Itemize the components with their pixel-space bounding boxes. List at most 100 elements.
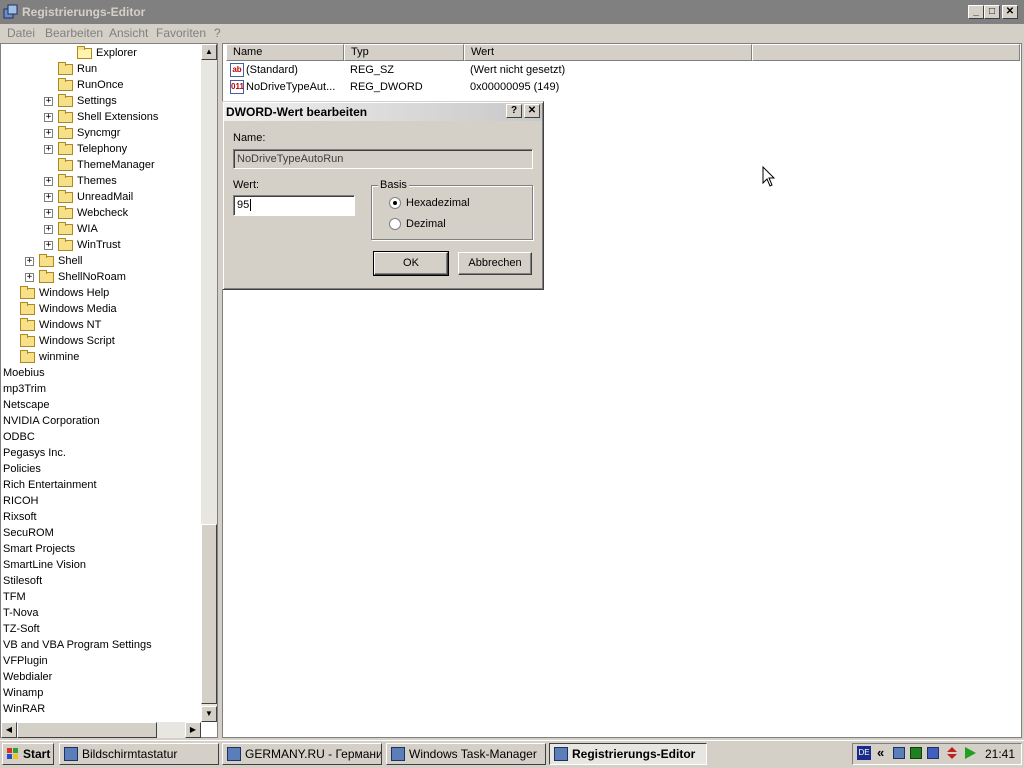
tree-item[interactable]: Webdialer xyxy=(1,670,201,686)
language-indicator[interactable]: DE xyxy=(857,746,871,760)
menu-ansicht[interactable]: Ansicht xyxy=(109,26,148,40)
tree-item[interactable]: mp3Trim xyxy=(1,382,201,398)
tray-expand-icon[interactable]: « xyxy=(877,745,884,760)
tree-item[interactable]: Rixsoft xyxy=(1,510,201,526)
cancel-button[interactable]: Abbrechen xyxy=(458,252,532,275)
tree-item[interactable]: Winamp xyxy=(1,686,201,702)
scroll-up-button[interactable]: ▲ xyxy=(201,44,217,60)
tree-item[interactable]: + Syncmgr xyxy=(1,126,201,142)
tree-item[interactable]: TFM xyxy=(1,590,201,606)
tree-item[interactable]: Windows Media xyxy=(1,302,201,318)
minimize-button[interactable]: _ xyxy=(968,5,984,19)
scroll-down-button[interactable]: ▼ xyxy=(201,706,217,722)
tree-item[interactable]: NVIDIA Corporation xyxy=(1,414,201,430)
play-icon[interactable] xyxy=(963,746,977,760)
dialog-titlebar[interactable]: DWORD-Wert bearbeiten xyxy=(224,103,542,121)
tree-item-label: WinRAR xyxy=(3,703,46,715)
tree-item[interactable]: + Settings xyxy=(1,94,201,110)
radio-hexadecimal-label[interactable]: Hexadezimal xyxy=(406,197,470,209)
tree-item[interactable]: + WIA xyxy=(1,222,201,238)
folder-icon xyxy=(58,190,73,203)
expand-toggle-icon[interactable]: + xyxy=(44,113,53,122)
tree-item[interactable]: SmartLine Vision xyxy=(1,558,201,574)
expand-toggle-icon[interactable]: + xyxy=(44,193,53,202)
app-icon xyxy=(391,747,405,761)
menu-favoriten[interactable]: Favoriten xyxy=(156,26,206,40)
menu-help[interactable]: ? xyxy=(214,26,221,40)
start-button[interactable]: Start xyxy=(2,743,54,765)
dialog-close-button[interactable]: ✕ xyxy=(524,104,540,118)
tree-item[interactable]: Stilesoft xyxy=(1,574,201,590)
column-value[interactable]: Wert xyxy=(464,44,752,61)
tree-item[interactable]: TZ-Soft xyxy=(1,622,201,638)
tree-item[interactable]: + Shell Extensions xyxy=(1,110,201,126)
tree-item[interactable]: VFPlugin xyxy=(1,654,201,670)
connection-icon[interactable] xyxy=(927,747,939,759)
tree-item[interactable]: + Shell xyxy=(1,254,201,270)
tree-item[interactable]: + Webcheck xyxy=(1,206,201,222)
tree-item[interactable]: RICOH xyxy=(1,494,201,510)
clock[interactable]: 21:41 xyxy=(985,747,1015,761)
tree-item[interactable]: Netscape xyxy=(1,398,201,414)
radio-decimal-label[interactable]: Dezimal xyxy=(406,218,446,230)
tree-item[interactable]: ODBC xyxy=(1,430,201,446)
tree-item[interactable]: ThemeManager xyxy=(1,158,201,174)
expand-toggle-icon[interactable]: + xyxy=(25,257,34,266)
expand-toggle-icon[interactable]: + xyxy=(44,129,53,138)
tree-item[interactable]: Run xyxy=(1,62,201,78)
registry-tree[interactable]: Explorer Run RunOnce + Settings + Shell Extens… xyxy=(0,43,218,738)
tree-item[interactable]: + WinTrust xyxy=(1,238,201,254)
taskbar-button[interactable]: Registrierungs-Editor xyxy=(549,743,707,765)
tree-item[interactable]: Pegasys Inc. xyxy=(1,446,201,462)
tree-item[interactable]: Rich Entertainment xyxy=(1,478,201,494)
tree-item[interactable]: Smart Projects xyxy=(1,542,201,558)
expand-toggle-icon[interactable]: + xyxy=(44,145,53,154)
close-button[interactable]: ✕ xyxy=(1002,5,1018,19)
taskbar-button[interactable]: Windows Task-Manager xyxy=(386,743,546,765)
scroll-right-button[interactable]: ▶ xyxy=(185,722,201,738)
taskbar-button[interactable]: GERMANY.RU - Германи... xyxy=(222,743,382,765)
maximize-button[interactable]: □ xyxy=(984,5,1000,19)
arrows-icon[interactable] xyxy=(945,746,959,760)
tree-item[interactable]: + Themes xyxy=(1,174,201,190)
tree-item[interactable]: SecuROM xyxy=(1,526,201,542)
ok-button[interactable]: OK xyxy=(373,251,449,276)
tree-item[interactable]: + Telephony xyxy=(1,142,201,158)
value-input[interactable]: 95 xyxy=(233,195,355,216)
tree-item[interactable]: + ShellNoRoam xyxy=(1,270,201,286)
tree-item[interactable]: VB and VBA Program Settings xyxy=(1,638,201,654)
menu-bearbeiten[interactable]: Bearbeiten xyxy=(45,26,103,40)
tree-scroll-thumb[interactable] xyxy=(201,524,217,704)
tree-item[interactable]: Explorer xyxy=(1,46,201,62)
tree-item[interactable]: Windows Script xyxy=(1,334,201,350)
expand-toggle-icon[interactable]: + xyxy=(44,241,53,250)
dialog-help-button[interactable]: ? xyxy=(506,104,522,118)
expand-toggle-icon[interactable]: + xyxy=(44,97,53,106)
taskbar-button[interactable]: Bildschirmtastatur xyxy=(59,743,219,765)
expand-toggle-icon[interactable]: + xyxy=(44,177,53,186)
tree-item[interactable]: Policies xyxy=(1,462,201,478)
list-item[interactable]: ab (Standard) REG_SZ (Wert nicht gesetzt) xyxy=(228,62,1008,79)
tree-item[interactable]: T-Nova xyxy=(1,606,201,622)
tree-item[interactable]: + UnreadMail xyxy=(1,190,201,206)
column-name[interactable]: Name xyxy=(226,44,344,61)
tree-item[interactable]: winmine xyxy=(1,350,201,366)
tree-item[interactable]: WinRAR xyxy=(1,702,201,718)
tree-hscroll-thumb[interactable] xyxy=(17,722,157,738)
list-item[interactable]: 011 NoDriveTypeAut... REG_DWORD 0x00000095 … xyxy=(228,79,1008,96)
expand-toggle-icon[interactable]: + xyxy=(44,209,53,218)
expand-toggle-icon[interactable]: + xyxy=(44,225,53,234)
tree-item[interactable]: Windows Help xyxy=(1,286,201,302)
radio-hexadecimal[interactable] xyxy=(389,197,401,209)
network-icon[interactable] xyxy=(893,747,905,759)
tree-item[interactable]: Windows NT xyxy=(1,318,201,334)
menu-datei[interactable]: Datei xyxy=(7,26,35,40)
tree-item[interactable]: RunOnce xyxy=(1,78,201,94)
window-titlebar[interactable]: Registrierungs-Editor _ □ ✕ xyxy=(0,0,1024,24)
monitor-icon[interactable] xyxy=(910,747,922,759)
expand-toggle-icon[interactable]: + xyxy=(25,273,34,282)
scroll-left-button[interactable]: ◀ xyxy=(1,722,17,738)
tree-item[interactable]: Moebius xyxy=(1,366,201,382)
column-type[interactable]: Typ xyxy=(344,44,464,61)
radio-decimal[interactable] xyxy=(389,218,401,230)
